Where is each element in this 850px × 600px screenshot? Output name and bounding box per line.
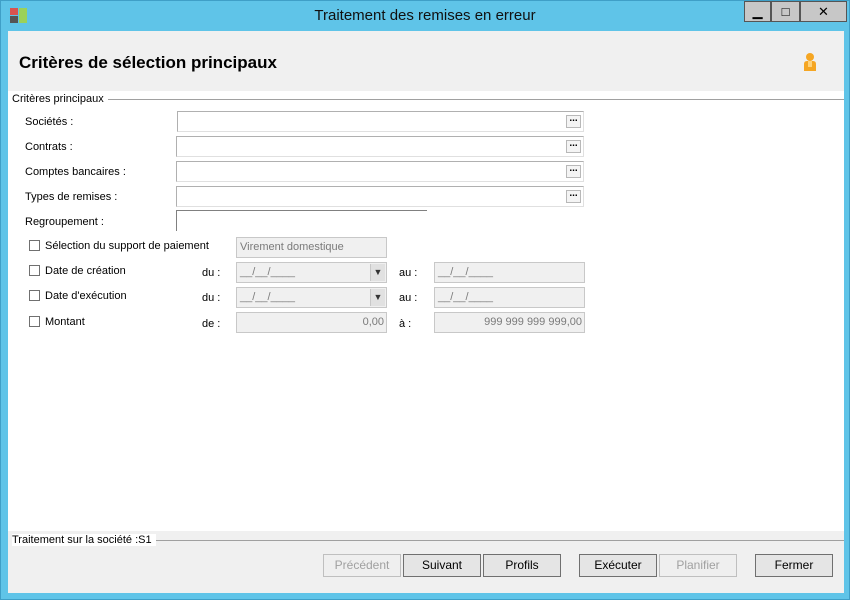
types-browse-button[interactable]: ... (566, 189, 581, 203)
creation-to-field: __/__/____ (434, 262, 585, 283)
creation-from-value: __/__/____ (240, 266, 296, 278)
contrats-label: Contrats : (25, 141, 73, 153)
chevron-down-icon: ▼ (370, 289, 385, 306)
regroupement-field[interactable] (177, 211, 427, 231)
minimize-button[interactable]: ▁ (744, 1, 771, 22)
comptes-label: Comptes bancaires : (25, 166, 126, 178)
creation-to-label: au : (399, 267, 418, 279)
dialog-client-area: Critères de sélection principaux Critère… (8, 31, 844, 593)
support-field: Virement domestique (236, 237, 387, 258)
montant-from-field: 0,00 (236, 312, 387, 333)
group-divider (105, 99, 844, 100)
comptes-browse-button[interactable]: ... (566, 164, 581, 178)
precedent-button[interactable]: Précédent (323, 554, 401, 577)
montant-from-label: de : (202, 318, 221, 330)
fermer-button[interactable]: Fermer (755, 554, 833, 577)
contrats-browse-button[interactable]: ... (566, 139, 581, 153)
types-label: Types de remises : (25, 191, 118, 203)
planifier-button[interactable]: Planifier (659, 554, 737, 577)
profils-button[interactable]: Profils (483, 554, 561, 577)
execution-to-field: __/__/____ (434, 287, 585, 308)
types-field[interactable]: ... (176, 186, 584, 207)
maximize-icon: □ (781, 4, 790, 19)
suivant-button[interactable]: Suivant (403, 554, 481, 577)
group-legend: Critères principaux (12, 93, 108, 105)
execution-to-label: au : (399, 292, 418, 304)
maximize-button[interactable]: □ (771, 1, 800, 22)
footer-divider (150, 540, 844, 541)
page-title: Critères de sélection principaux (19, 53, 277, 72)
support-checkbox[interactable] (29, 240, 40, 251)
execution-from-label: du : (202, 292, 221, 304)
creation-from-label: du : (202, 267, 221, 279)
title-bar[interactable]: Traitement des remises en erreur ▁ □ ✕ (1, 1, 849, 31)
contrats-field[interactable]: ... (176, 136, 584, 157)
window-title: Traitement des remises en erreur (314, 7, 536, 24)
close-icon: ✕ (818, 3, 829, 19)
montant-label: Montant (45, 316, 85, 328)
execution-checkbox[interactable] (29, 290, 40, 301)
creation-from-field: __/__/____ ▼ (236, 262, 387, 283)
support-label: Sélection du support de paiement (45, 240, 209, 252)
execution-from-value: __/__/____ (240, 291, 296, 303)
montant-checkbox[interactable] (29, 316, 40, 327)
minimize-icon: ▁ (752, 3, 763, 19)
user-icon[interactable] (802, 52, 818, 72)
comptes-field[interactable]: ... (176, 161, 584, 182)
montant-to-field: 999 999 999 999,00 (434, 312, 585, 333)
chevron-down-icon: ▼ (370, 264, 385, 281)
close-button[interactable]: ✕ (800, 1, 847, 22)
societes-field[interactable]: ... (177, 111, 584, 132)
execution-label: Date d'exécution (45, 290, 127, 302)
societes-browse-button[interactable]: ... (566, 114, 581, 128)
creation-label: Date de création (45, 265, 126, 277)
montant-to-label: à : (399, 318, 412, 330)
execution-from-field: __/__/____ ▼ (236, 287, 387, 308)
application-window: Traitement des remises en erreur ▁ □ ✕ C… (0, 0, 850, 600)
regroupement-label: Regroupement : (25, 216, 104, 228)
dialog-header: Critères de sélection principaux (8, 31, 844, 91)
status-text: Traitement sur la société :S1 (12, 534, 156, 546)
societes-label: Sociétés : (25, 116, 74, 128)
creation-checkbox[interactable] (29, 265, 40, 276)
executer-button[interactable]: Exécuter (579, 554, 657, 577)
